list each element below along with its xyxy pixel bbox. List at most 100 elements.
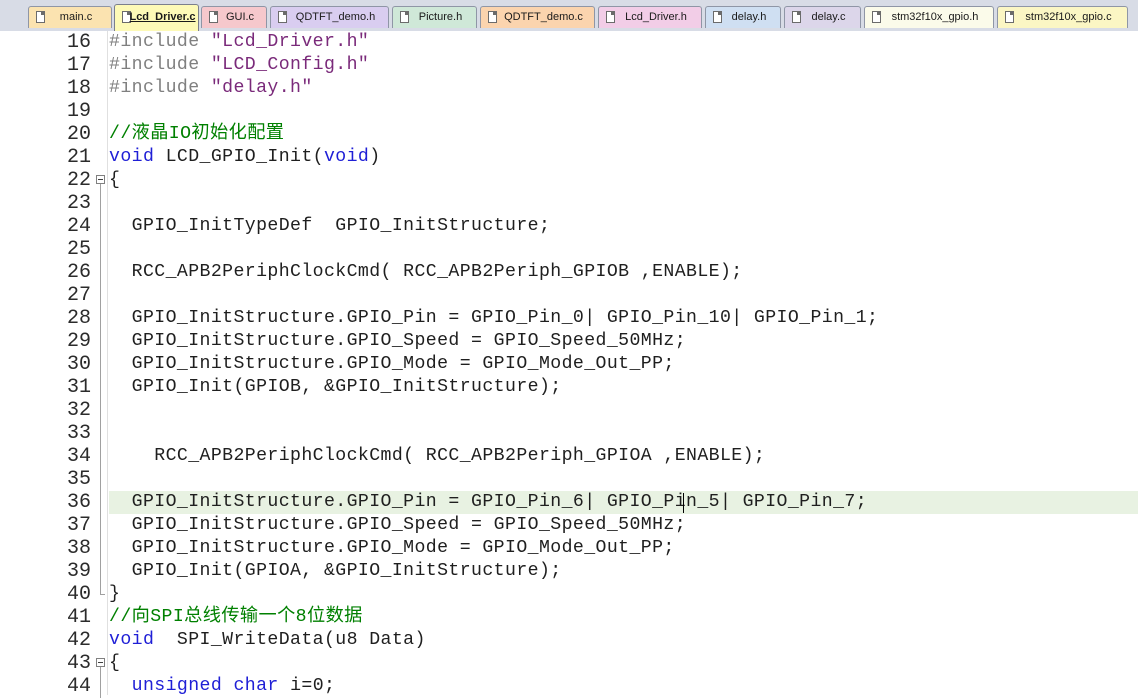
code-line[interactable]: 23 <box>0 192 1138 215</box>
fold-margin <box>95 468 106 491</box>
line-number: 23 <box>66 192 91 215</box>
code-line[interactable]: 32 <box>0 399 1138 422</box>
fold-guide <box>100 667 101 675</box>
code-line[interactable]: 20 //液晶IO初始化配置 <box>0 123 1138 146</box>
code-text[interactable] <box>109 284 1138 307</box>
code-line[interactable]: 41 //向SPI总线传输一个8位数据 <box>0 606 1138 629</box>
code-text[interactable]: void LCD_GPIO_Init(void) <box>109 146 1138 169</box>
code-text[interactable] <box>109 238 1138 261</box>
code-text[interactable]: } <box>109 583 1138 606</box>
tab-delay-h[interactable]: delay.h <box>705 6 781 28</box>
line-number: 21 <box>66 146 91 169</box>
tab-stm32f10x-gpio-c[interactable]: stm32f10x_gpio.c <box>997 6 1128 28</box>
tab-label: QDTFT_demo.c <box>504 11 583 23</box>
fold-margin <box>95 537 106 560</box>
code-text[interactable]: GPIO_Init(GPIOB, &GPIO_InitStructure); <box>109 376 1138 399</box>
fold-margin <box>95 399 106 422</box>
fold-guide <box>100 353 101 376</box>
code-text[interactable]: GPIO_InitStructure.GPIO_Speed = GPIO_Spe… <box>109 330 1138 353</box>
line-number: 17 <box>66 54 91 77</box>
code-text[interactable]: { <box>109 652 1138 675</box>
line-number: 42 <box>66 629 91 652</box>
code-line[interactable]: 16 #include "Lcd_Driver.h" <box>0 31 1138 54</box>
tab-gui-c[interactable]: GUI.c <box>201 6 267 28</box>
code-line[interactable]: 25 <box>0 238 1138 261</box>
tab-label: delay.c <box>811 11 846 23</box>
code-line[interactable]: 42 void SPI_WriteData(u8 Data) <box>0 629 1138 652</box>
code-text[interactable]: //液晶IO初始化配置 <box>109 123 1138 146</box>
tab-stm32f10x-gpio-h[interactable]: stm32f10x_gpio.h <box>864 6 994 28</box>
code-text[interactable]: GPIO_InitStructure.GPIO_Pin = GPIO_Pin_6… <box>109 491 1138 514</box>
code-line[interactable]: 21 void LCD_GPIO_Init(void) <box>0 146 1138 169</box>
code-line[interactable]: 29 GPIO_InitStructure.GPIO_Speed = GPIO_… <box>0 330 1138 353</box>
tab-lcd-driver-c[interactable]: Lcd_Driver.c <box>114 4 199 31</box>
collapse-icon[interactable] <box>96 175 105 184</box>
code-text[interactable]: GPIO_Init(GPIOA, &GPIO_InitStructure); <box>109 560 1138 583</box>
tab-main-c[interactable]: main.c <box>28 6 112 28</box>
code-line[interactable]: 31 GPIO_Init(GPIOB, &GPIO_InitStructure)… <box>0 376 1138 399</box>
code-text[interactable]: { <box>109 169 1138 192</box>
code-text[interactable] <box>109 422 1138 445</box>
code-text[interactable]: GPIO_InitTypeDef GPIO_InitStructure; <box>109 215 1138 238</box>
code-text[interactable] <box>109 192 1138 215</box>
code-line[interactable]: 38 GPIO_InitStructure.GPIO_Mode = GPIO_M… <box>0 537 1138 560</box>
code-text[interactable] <box>109 468 1138 491</box>
code-text[interactable] <box>109 399 1138 422</box>
code-text[interactable]: //向SPI总线传输一个8位数据 <box>109 606 1138 629</box>
code-line[interactable]: 22 { <box>0 169 1138 192</box>
code-editor[interactable]: 16 #include "Lcd_Driver.h" 17 #include "LCD… <box>0 31 1138 698</box>
line-number: 36 <box>66 491 91 514</box>
code-line[interactable]: 26 RCC_APB2PeriphClockCmd( RCC_APB2Perip… <box>0 261 1138 284</box>
token: ) <box>369 147 381 167</box>
code-line[interactable]: 35 <box>0 468 1138 491</box>
fold-margin[interactable] <box>95 169 106 192</box>
code-text[interactable]: RCC_APB2PeriphClockCmd( RCC_APB2Periph_G… <box>109 445 1138 468</box>
tab-qdtft-demo-c[interactable]: QDTFT_demo.c <box>480 6 595 28</box>
code-line[interactable]: 18 #include "delay.h" <box>0 77 1138 100</box>
tab-picture-h[interactable]: Picture.h <box>392 6 477 28</box>
tab-delay-c[interactable]: delay.c <box>784 6 861 28</box>
code-line[interactable]: 17 #include "LCD_Config.h" <box>0 54 1138 77</box>
code-text[interactable]: GPIO_InitStructure.GPIO_Pin = GPIO_Pin_0… <box>109 307 1138 330</box>
fold-guide <box>100 238 101 261</box>
token: GPIO_InitStructure.GPIO_Pin = GPIO_Pin_6… <box>109 492 868 512</box>
code-line[interactable]: 28 GPIO_InitStructure.GPIO_Pin = GPIO_Pi… <box>0 307 1138 330</box>
code-line[interactable]: 24 GPIO_InitTypeDef GPIO_InitStructure; <box>0 215 1138 238</box>
code-line[interactable]: 40} <box>0 583 1138 606</box>
code-text[interactable] <box>109 100 1138 123</box>
code-text[interactable]: void SPI_WriteData(u8 Data) <box>109 629 1138 652</box>
code-line[interactable]: 39 GPIO_Init(GPIOA, &GPIO_InitStructure)… <box>0 560 1138 583</box>
code-text[interactable]: #include "delay.h" <box>109 77 1138 100</box>
token-num: 0 <box>312 676 325 696</box>
token: } <box>109 584 121 604</box>
collapse-icon[interactable] <box>96 658 105 667</box>
line-number: 30 <box>66 353 91 376</box>
token-pre: #include <box>109 32 211 52</box>
fold-guide <box>100 468 101 491</box>
fold-margin <box>95 353 106 376</box>
code-text[interactable]: RCC_APB2PeriphClockCmd( RCC_APB2Periph_G… <box>109 261 1138 284</box>
code-text[interactable]: #include "Lcd_Driver.h" <box>109 31 1138 54</box>
tab-qdtft-demo-h[interactable]: QDTFT_demo.h <box>270 6 389 28</box>
code-text[interactable]: GPIO_InitStructure.GPIO_Mode = GPIO_Mode… <box>109 353 1138 376</box>
tab-lcd-driver-h[interactable]: Lcd_Driver.h <box>598 6 702 28</box>
code-line[interactable]: 19 <box>0 100 1138 123</box>
token-kw: void <box>323 147 370 167</box>
code-line[interactable]: 30 GPIO_InitStructure.GPIO_Mode = GPIO_M… <box>0 353 1138 376</box>
code-line[interactable]: 37 GPIO_InitStructure.GPIO_Speed = GPIO_… <box>0 514 1138 537</box>
fold-margin <box>95 422 106 445</box>
code-line[interactable]: 36 GPIO_InitStructure.GPIO_Pin = GPIO_Pi… <box>0 491 1138 514</box>
token-str: "delay.h" <box>210 78 313 98</box>
code-text[interactable]: GPIO_InitStructure.GPIO_Speed = GPIO_Spe… <box>109 514 1138 537</box>
code-text[interactable]: #include "LCD_Config.h" <box>109 54 1138 77</box>
line-number: 34 <box>66 445 91 468</box>
fold-margin <box>95 491 106 514</box>
code-line[interactable]: 34 RCC_APB2PeriphClockCmd( RCC_APB2Perip… <box>0 445 1138 468</box>
line-number: 18 <box>66 77 91 100</box>
fold-margin[interactable] <box>95 652 106 675</box>
code-line[interactable]: 43 { <box>0 652 1138 675</box>
code-text[interactable]: GPIO_InitStructure.GPIO_Mode = GPIO_Mode… <box>109 537 1138 560</box>
code-line[interactable]: 27 <box>0 284 1138 307</box>
code-line[interactable]: 33 <box>0 422 1138 445</box>
